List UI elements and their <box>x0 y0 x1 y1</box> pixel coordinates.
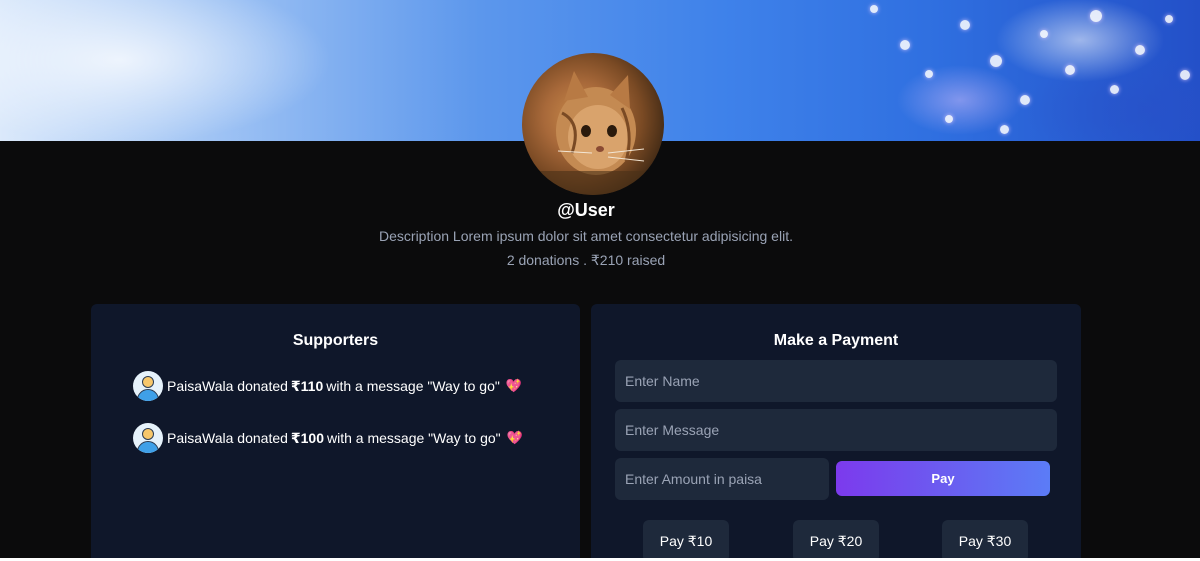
supporter-amount: ₹110 <box>290 377 324 394</box>
supporter-item: PaisaWala donated ₹110 with a message "W… <box>133 371 522 401</box>
supporter-message: with a message "Way to go" <box>326 378 500 394</box>
supporter-item: PaisaWala donated ₹100 with a message "W… <box>133 423 523 453</box>
heart-icon: 💖 <box>505 378 523 393</box>
pay-20-button[interactable]: Pay ₹20 <box>793 520 879 558</box>
pay-30-button[interactable]: Pay ₹30 <box>942 520 1028 558</box>
profile-stats: 2 donations . ₹210 raised <box>506 252 666 268</box>
supporter-amount: ₹100 <box>290 429 325 446</box>
pay-button[interactable]: Pay <box>836 461 1050 496</box>
supporters-panel: Supporters PaisaWala donated ₹110 with a… <box>91 304 580 558</box>
supporter-verb: donated <box>237 430 288 446</box>
user-avatar-icon <box>133 423 163 453</box>
cat-photo-icon <box>522 71 664 195</box>
payment-panel: Make a Payment Pay Pay ₹10 Pay ₹20 Pay ₹… <box>591 304 1081 558</box>
supporter-verb: donated <box>237 378 288 394</box>
heart-icon: 💖 <box>506 430 523 445</box>
name-input[interactable] <box>615 360 1057 402</box>
supporters-title: Supporters <box>292 332 379 349</box>
message-input[interactable] <box>615 409 1057 451</box>
profile-description: Description Lorem ipsum dolor sit amet c… <box>379 228 793 244</box>
user-avatar-icon <box>133 371 163 401</box>
supporter-message: with a message "Way to go" <box>327 430 501 446</box>
profile-avatar <box>522 53 664 195</box>
supporter-name: PaisaWala <box>167 430 234 446</box>
supporter-name: PaisaWala <box>167 378 234 394</box>
pay-10-button[interactable]: Pay ₹10 <box>643 520 729 558</box>
page: @User Description Lorem ipsum dolor sit … <box>0 0 1200 558</box>
payment-title: Make a Payment <box>773 332 899 349</box>
profile-username: @User <box>557 200 615 220</box>
amount-input[interactable] <box>615 458 829 500</box>
